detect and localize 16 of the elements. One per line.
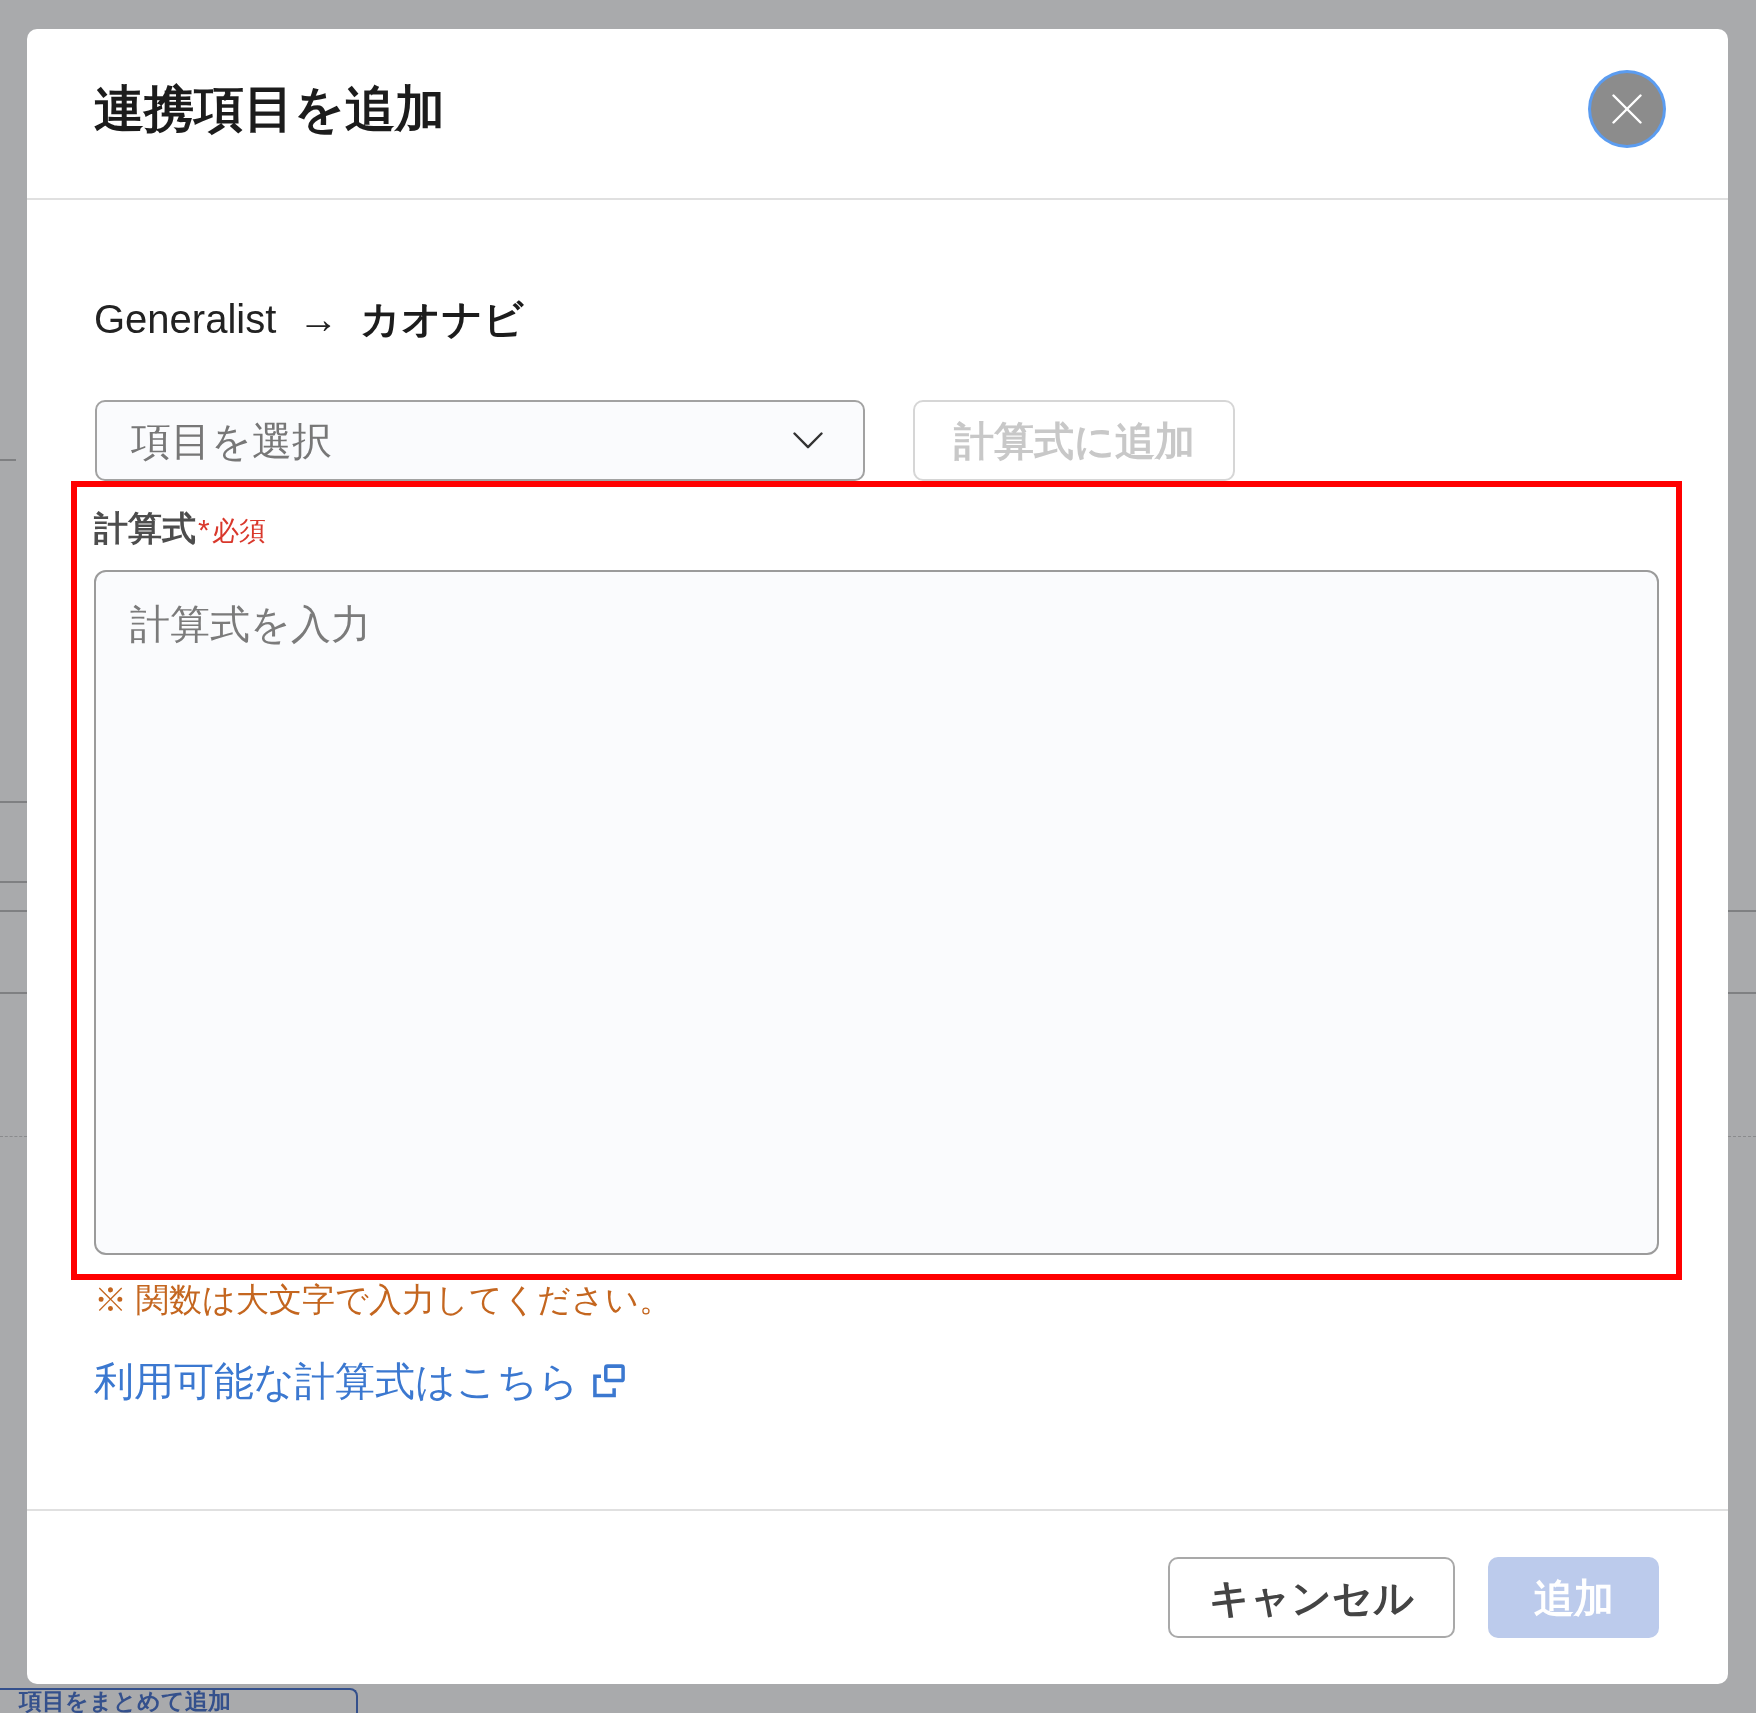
dialog-title: 連携項目を追加: [94, 79, 445, 139]
add-items-button[interactable]: 項目をまとめて追加: [0, 1688, 358, 1713]
formula-field[interactable]: 計算式を入力: [94, 570, 1659, 1255]
source-system: Generalist: [94, 296, 277, 343]
required-label: 必須: [211, 515, 266, 548]
help-link[interactable]: 利用可能な計算式はこちら: [94, 1361, 625, 1401]
close-button[interactable]: [1591, 72, 1663, 145]
item-select[interactable]: 項目を選択: [95, 400, 865, 481]
mapping-arrow: →: [298, 296, 339, 343]
formula-label: 計算式: [94, 508, 196, 548]
chevron-down-icon: [793, 432, 823, 449]
required-asterisk: *: [198, 512, 210, 548]
target-system: カオナビ: [360, 296, 525, 343]
formula-note: ※ 関数は大文字で入力してください。: [94, 1280, 673, 1320]
cancel-button[interactable]: キャンセル: [1168, 1557, 1455, 1638]
close-icon: [1612, 93, 1642, 124]
